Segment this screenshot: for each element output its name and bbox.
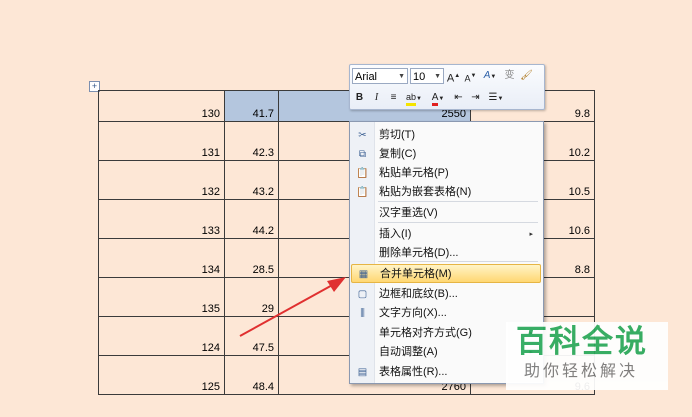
italic-button[interactable]: I (369, 90, 384, 106)
highlight-icon: ab (406, 92, 417, 106)
merge-cells-icon: ▦ (358, 269, 369, 280)
highlight-button[interactable]: ab▼ (403, 90, 425, 106)
menu-item-label: 汉字重选(V) (379, 207, 438, 219)
scissors-icon: ✂ (358, 130, 367, 141)
menu-item-label: 剪切(T) (379, 129, 416, 141)
font-name-select[interactable]: Arial ▼ (352, 68, 408, 84)
menu-item[interactable]: 📋 粘贴为嵌套表格(N) (351, 183, 541, 202)
menu-item-label: 复制(C) (379, 148, 417, 160)
increase-indent-icon: ⇥ (471, 92, 480, 103)
menu-item[interactable]: 插入(I) ▸ (351, 225, 541, 244)
menu-item[interactable]: ✂ 剪切(T) (351, 126, 541, 145)
menu-item-label: 粘贴为嵌套表格(N) (379, 186, 472, 198)
bold-button[interactable]: B (352, 90, 367, 106)
shrink-font-button[interactable]: A▼ (463, 68, 478, 84)
menu-item[interactable]: 汉字重选(V) (351, 204, 541, 223)
align-center-icon: ≡ (390, 92, 397, 103)
brush-icon: 🖌 (520, 70, 533, 81)
phonetic-guide-button[interactable]: 变 (502, 68, 517, 84)
borders-icon: ▢ (357, 289, 368, 300)
paste-icon: 📋 (356, 168, 369, 179)
decrease-indent-button[interactable]: ⇤ (451, 90, 466, 106)
menu-item-label: 自动调整(A) (379, 346, 438, 358)
bullets-icon: ☰ (488, 92, 498, 103)
format-painter-button[interactable]: 🖌 (519, 68, 534, 84)
font-name-value: Arial (355, 71, 378, 83)
menu-item-label: 表格属性(R)... (379, 366, 448, 378)
bold-icon: B (355, 92, 364, 103)
watermark-title: 百科全说 (516, 324, 648, 359)
grow-font-button[interactable]: A▲ (446, 68, 461, 84)
menu-item-label: 单元格对齐方式(G) (379, 327, 472, 339)
menu-item[interactable]: 📋 粘贴单元格(P) (351, 164, 541, 183)
bullets-button[interactable]: ☰▼ (485, 90, 507, 106)
submenu-arrow-icon: ▸ (529, 231, 533, 238)
menu-item[interactable]: ⧉ 复制(C) (351, 145, 541, 164)
styles-button[interactable]: A▼ (480, 68, 500, 84)
menu-item[interactable]: ⫼ 文字方向(X)... (351, 304, 541, 323)
increase-indent-button[interactable]: ⇥ (468, 90, 483, 106)
menu-item[interactable]: ▢ 边框和底纹(B)... (351, 285, 541, 304)
menu-item-label: 插入(I) (379, 228, 412, 240)
menu-item-label: 删除单元格(D)... (379, 247, 459, 259)
center-button[interactable]: ≡ (386, 90, 401, 106)
chevron-down-icon: ▼ (434, 73, 441, 80)
watermark-subtitle: 助你轻松解决 (524, 363, 639, 380)
copy-icon: ⧉ (358, 149, 367, 160)
mini-toolbar: Arial ▼ 10 ▼ A▲ A▼ A▼ 变 🖌 B I ≡ ab▼ A▼ ⇤… (349, 64, 545, 110)
menu-item-label: 边框和底纹(B)... (379, 288, 458, 300)
decrease-indent-icon: ⇤ (454, 92, 463, 103)
phonetic-icon: 变 (504, 70, 515, 81)
menu-item[interactable]: 删除单元格(D)... (351, 244, 541, 263)
menu-item-label: 合并单元格(M) (380, 268, 452, 280)
italic-icon: I (374, 92, 379, 103)
chevron-down-icon: ▼ (398, 73, 405, 80)
menu-item-label: 粘贴单元格(P) (379, 167, 449, 179)
table-properties-icon: ▤ (357, 367, 368, 378)
font-color-button[interactable]: A▼ (427, 90, 449, 106)
font-size-select[interactable]: 10 ▼ (410, 68, 444, 84)
menu-item-label: 文字方向(X)... (379, 307, 447, 319)
menu-item[interactable]: ▦ 合并单元格(M) (351, 264, 541, 283)
text-direction-icon: ⫼ (360, 308, 365, 319)
paste-nested-icon: 📋 (356, 187, 369, 198)
watermark: 百科全说 助你轻松解决 (506, 322, 668, 390)
font-size-value: 10 (413, 71, 426, 83)
